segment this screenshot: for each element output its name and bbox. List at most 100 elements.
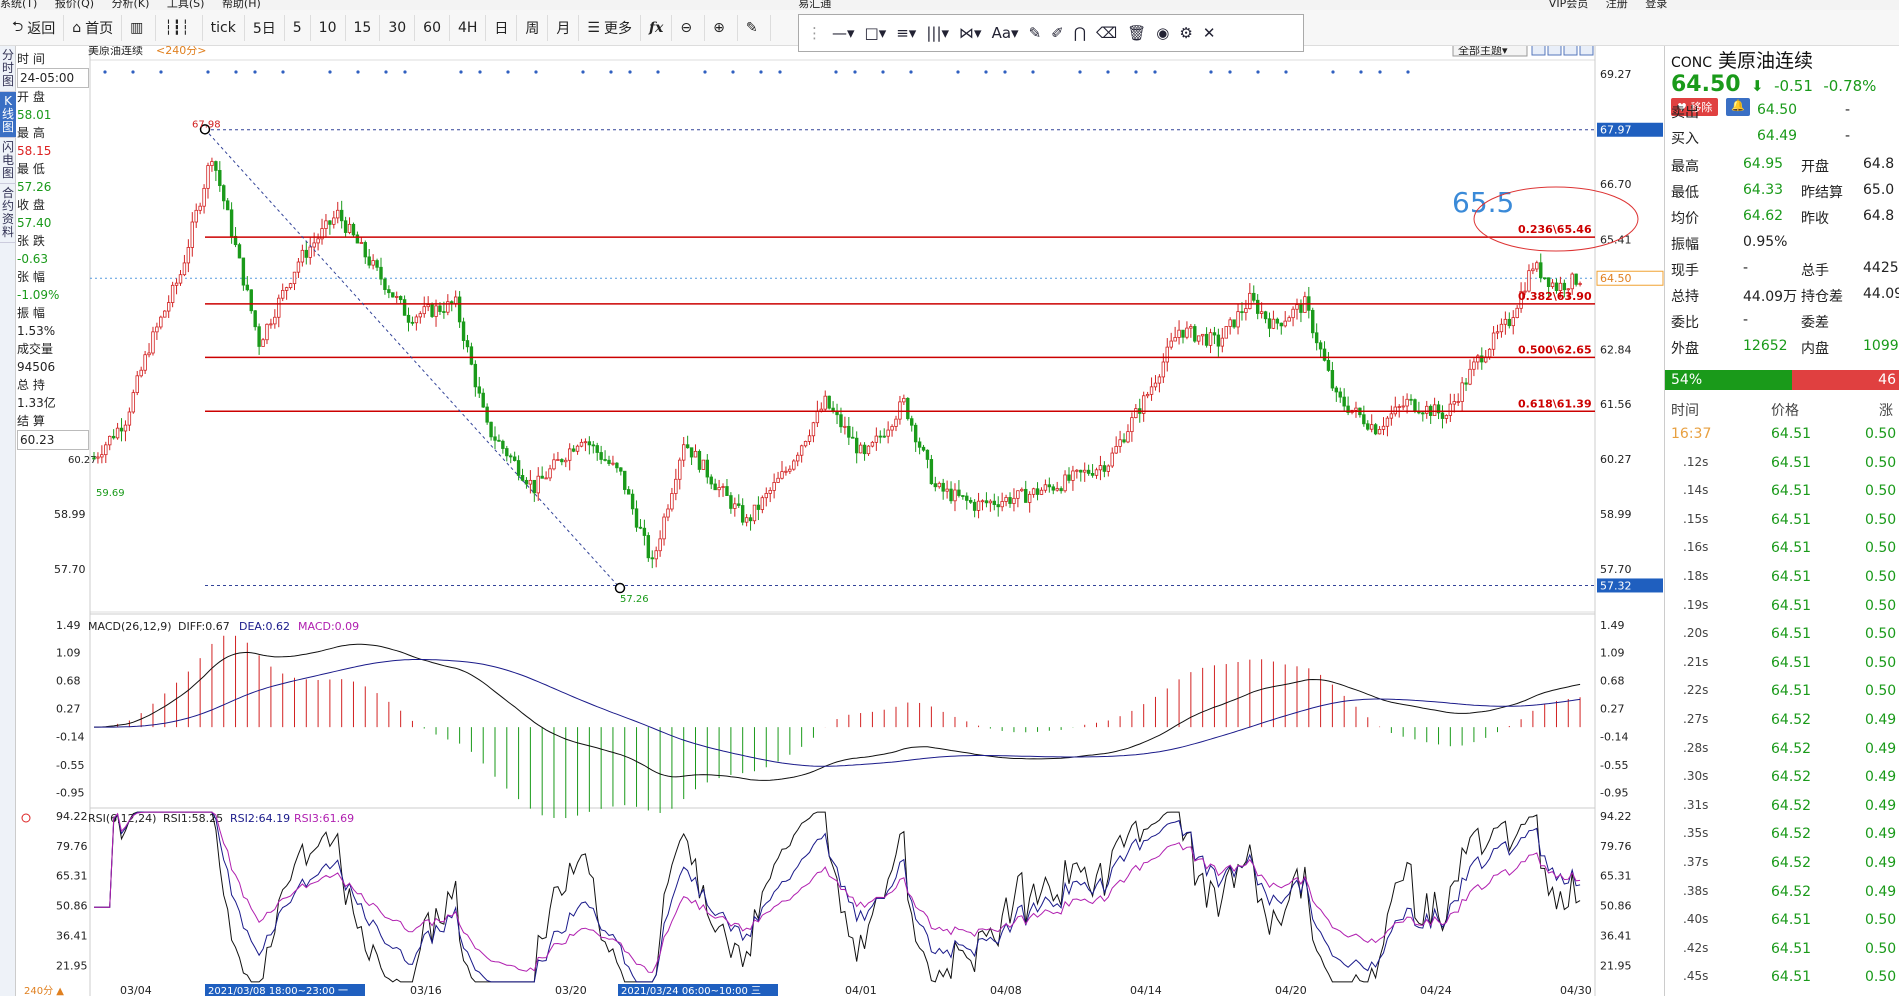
candle-body xyxy=(1326,359,1331,371)
menu-tools[interactable]: 工具(S) xyxy=(167,0,205,10)
candle-body xyxy=(898,401,902,420)
chart-area[interactable]: 美原油连续 <240分> 全部主题▾69.2767.9766.7065.4164.5… xyxy=(0,46,1664,996)
candle-body xyxy=(1444,414,1449,419)
candle-body xyxy=(430,304,434,317)
menu-analysis[interactable]: 分析(K) xyxy=(112,0,150,10)
stat-value: 64.95 xyxy=(1743,156,1784,172)
date-axis-label: 04/20 xyxy=(1275,984,1307,996)
close-icon[interactable]: ✕ xyxy=(1203,24,1216,42)
tick-time: 16:37 xyxy=(1671,426,1712,442)
menu-help[interactable]: 帮助(H) xyxy=(222,0,261,10)
tick-change: 0.50 xyxy=(1865,483,1897,500)
stat-value: 64.33 xyxy=(1743,182,1784,198)
login-link[interactable]: 登录 xyxy=(1645,0,1667,10)
signal-dot xyxy=(384,70,388,74)
candle-body xyxy=(858,444,863,454)
gann-tool[interactable]: |||▾ xyxy=(926,24,949,42)
tick-time: .35s xyxy=(1683,826,1709,841)
pattern-tool[interactable]: ⋈▾ xyxy=(959,24,982,42)
brush-icon[interactable]: ✐ xyxy=(1051,24,1064,42)
candle-body xyxy=(1024,488,1028,503)
candle-body xyxy=(1047,484,1052,488)
candle-body xyxy=(135,375,139,394)
candle-body xyxy=(595,445,599,453)
text-tool[interactable]: Aa▾ xyxy=(992,24,1019,42)
candle-button[interactable]: ┆┇┆ xyxy=(156,14,203,41)
stat-value: - xyxy=(1743,260,1749,276)
rsi1-line xyxy=(94,811,1581,983)
menu-quote[interactable]: 报价(Q) xyxy=(55,0,94,10)
candle-body xyxy=(713,483,717,491)
tick-row: .18s 64.51 0.50 xyxy=(1665,565,1899,593)
candle-body xyxy=(854,437,859,454)
rsi2-label: RSI2:64.19 xyxy=(230,812,290,825)
candle-body xyxy=(520,475,525,481)
more-button[interactable]: ☰ 更多 xyxy=(579,14,641,41)
tick-change: 0.50 xyxy=(1865,683,1897,700)
candle-body xyxy=(304,249,308,258)
candle-body xyxy=(992,500,996,505)
line-tool[interactable]: —▾ xyxy=(832,24,855,42)
candle-body xyxy=(740,505,745,523)
period-month[interactable]: 月 xyxy=(548,14,580,41)
rect-tool[interactable]: □▾ xyxy=(865,24,887,42)
tick-row: .14s 64.51 0.50 xyxy=(1665,479,1899,507)
date-axis-label: 04/14 xyxy=(1130,984,1162,996)
channel-tool[interactable]: ≡▾ xyxy=(896,24,916,42)
eraser-icon[interactable]: ⌫ xyxy=(1096,24,1117,42)
rsi-axis-label: 36.41 xyxy=(56,929,88,942)
period-day[interactable]: 日 xyxy=(486,14,518,41)
period-5[interactable]: 5 xyxy=(285,14,311,41)
candle-body xyxy=(347,223,352,233)
home-button[interactable]: ⌂ 首页 xyxy=(64,14,123,41)
draw-tool-button[interactable]: ✎ xyxy=(738,14,771,41)
candle-body xyxy=(225,200,230,211)
pencil-icon[interactable]: ✎ xyxy=(1029,24,1042,42)
candle-body xyxy=(642,527,647,536)
period-60[interactable]: 60 xyxy=(415,14,450,41)
candle-body xyxy=(1381,425,1386,430)
tick-price: 64.51 xyxy=(1771,483,1812,500)
macd-value-label: MACD:0.09 xyxy=(298,620,359,633)
tick-row: 16:37 64.51 0.50 xyxy=(1665,422,1899,450)
settings-gear-icon[interactable]: ⚙ xyxy=(1179,24,1192,42)
layout-toggle-icon xyxy=(1579,46,1594,56)
formula-button[interactable]: fx xyxy=(641,14,673,41)
candle-body xyxy=(273,316,277,325)
signal-dot xyxy=(1378,70,1382,74)
period-week[interactable]: 周 xyxy=(517,14,549,41)
drag-handle-icon[interactable]: ⋮ xyxy=(807,24,822,42)
bar-chart-button[interactable]: ▥ xyxy=(122,14,157,41)
eye-icon[interactable]: ◉ xyxy=(1156,24,1169,42)
macd-axis-label: -0.14 xyxy=(56,731,84,744)
period-15[interactable]: 15 xyxy=(346,14,381,41)
candle-body xyxy=(799,445,804,456)
menu-system[interactable]: 系统(T) xyxy=(0,0,37,10)
zoom-out-button[interactable]: ⊖ xyxy=(672,14,706,41)
vip-link[interactable]: VIP会员 xyxy=(1549,0,1588,10)
candle-body xyxy=(1322,348,1327,361)
register-link[interactable]: 注册 xyxy=(1606,0,1628,10)
signal-dot xyxy=(909,70,913,74)
period-30[interactable]: 30 xyxy=(380,14,416,41)
period-10[interactable]: 10 xyxy=(311,14,346,41)
back-button[interactable]: ⮌ 返回 xyxy=(4,14,65,41)
rsi-axis-label: 50.86 xyxy=(56,900,88,913)
trash-icon[interactable]: 🗑 xyxy=(1127,24,1146,42)
magnet-icon[interactable]: ⋂ xyxy=(1074,24,1086,42)
stat-value: 44.09万 xyxy=(1743,289,1798,305)
candle-body xyxy=(1224,326,1228,339)
candle-body xyxy=(1220,337,1225,347)
date-axis-label: 03/20 xyxy=(555,984,587,996)
candle-body xyxy=(1126,431,1130,443)
signal-dot xyxy=(1406,70,1410,74)
rsi-axis-label: 65.31 xyxy=(56,870,88,883)
period-4h[interactable]: 4H xyxy=(450,14,487,41)
period-5day[interactable]: 5日 xyxy=(245,14,285,41)
period-tick[interactable]: tick xyxy=(203,14,245,41)
open-value: 58.01 xyxy=(17,108,52,122)
zoom-in-button[interactable]: ⊕ xyxy=(705,14,738,41)
tick-change: 0.49 xyxy=(1865,797,1897,814)
candle-body xyxy=(1377,429,1382,435)
price-axis-label: 69.27 xyxy=(1600,68,1632,81)
